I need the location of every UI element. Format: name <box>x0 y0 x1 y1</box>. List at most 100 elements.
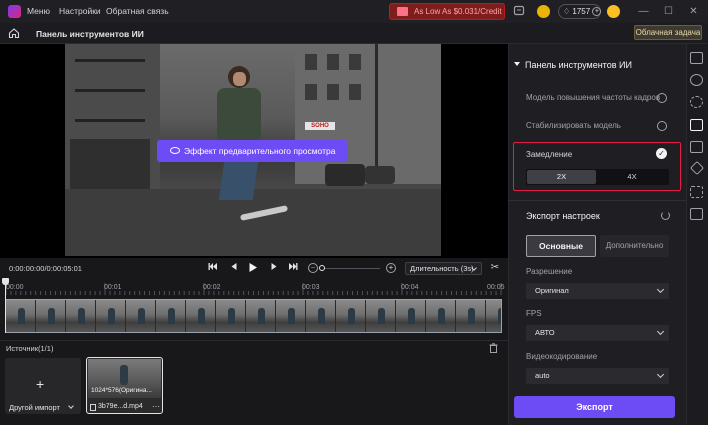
speed-2x-button[interactable]: 2X <box>527 170 596 184</box>
filmstrip-frame <box>156 300 186 332</box>
tick-label: 00:03 <box>302 284 320 291</box>
import-label-text: Другой импорт <box>9 403 60 412</box>
option-frame-interpolation-label[interactable]: Модель повышения частоты кадров <box>526 93 660 102</box>
reset-icon[interactable] <box>661 211 670 220</box>
step-forward-icon[interactable] <box>268 262 280 274</box>
import-plus-icon[interactable]: + <box>36 376 44 392</box>
chevron-down-icon[interactable] <box>68 403 74 409</box>
resolution-value: Оригинал <box>535 286 569 295</box>
tick-label: 00:00 <box>6 284 24 291</box>
codec-value: auto <box>535 371 550 380</box>
filmstrip-frame <box>96 300 126 332</box>
enhance-tool-icon[interactable] <box>690 74 703 86</box>
cloud-task-button[interactable]: Облачная задача <box>634 25 702 40</box>
settings-menu-button[interactable]: Настройки <box>59 6 101 16</box>
diamond-icon: ♢ <box>563 7 571 16</box>
preview-effect-label: Эффект предварительного просмотра <box>184 146 336 156</box>
collapse-caret-icon[interactable] <box>514 62 520 66</box>
video-file-icon <box>90 404 96 411</box>
fps-label: FPS <box>526 309 542 318</box>
tab-advanced[interactable]: Дополнительно <box>600 235 669 257</box>
filmstrip-frame <box>216 300 246 332</box>
minimize-button[interactable]: — <box>637 5 650 18</box>
filmstrip-frame <box>396 300 426 332</box>
timecode: 0:00:00:00/0:00:05:01 <box>9 264 82 273</box>
speed-4x-button[interactable]: 4X <box>596 170 668 184</box>
denoise-tool-icon[interactable] <box>690 96 703 108</box>
zoom-in-icon[interactable]: + <box>386 263 396 273</box>
page-title: Панель инструментов ИИ <box>36 29 144 39</box>
codec-select[interactable]: auto <box>526 368 669 384</box>
chevron-down-icon <box>656 285 665 294</box>
maximize-button[interactable]: ☐ <box>662 5 675 18</box>
crop-tool-icon[interactable] <box>690 186 703 198</box>
app-logo-icon <box>8 5 21 18</box>
filmstrip-frame <box>306 300 336 332</box>
filmstrip-frame <box>36 300 66 332</box>
filmstrip-frame <box>246 300 276 332</box>
option-stabilize-label[interactable]: Стабилизировать модель <box>526 121 621 130</box>
street-sign: SOHO <box>305 122 335 130</box>
slow-motion-label[interactable]: Замедление <box>526 150 572 159</box>
gift-icon <box>397 7 408 16</box>
ai-panel-header[interactable]: Панель инструментов ИИ <box>525 60 632 70</box>
step-back-icon[interactable] <box>228 262 240 274</box>
fps-value: АВТО <box>535 328 555 337</box>
filmstrip-frame <box>426 300 456 332</box>
resolution-label: Разрешение <box>526 267 573 276</box>
credits-counter[interactable]: ♢ 1757 + <box>558 4 602 19</box>
playhead-handle[interactable] <box>2 278 9 285</box>
zoom-out-icon[interactable]: − <box>308 263 318 273</box>
filmstrip-frame <box>186 300 216 332</box>
tick-label: 00:04 <box>401 284 419 291</box>
home-icon[interactable] <box>8 27 20 39</box>
zoom-slider-track[interactable] <box>320 268 380 269</box>
tab-basic[interactable]: Основные <box>526 235 596 257</box>
divider <box>508 200 686 201</box>
timeline-filmstrip[interactable] <box>5 299 502 333</box>
message-icon[interactable] <box>512 5 525 18</box>
codec-label: Видеокодирование <box>526 352 598 361</box>
image-tool-icon[interactable] <box>690 141 703 153</box>
duration-select-value: Длительность (3s) <box>410 264 474 273</box>
chevron-down-icon <box>656 370 665 379</box>
resolution-select[interactable]: Оригинал <box>526 283 669 299</box>
scissors-icon[interactable]: ✂ <box>489 262 501 274</box>
clip-more-button[interactable]: ··· <box>152 402 160 411</box>
playhead[interactable] <box>5 278 6 333</box>
filmstrip-frame <box>66 300 96 332</box>
play-icon[interactable] <box>247 262 259 274</box>
coin-icon[interactable] <box>537 5 550 18</box>
promo-text: As Low As $0.031/Credit <box>414 7 502 16</box>
option-frame-interpolation-radio[interactable] <box>657 93 667 103</box>
feedback-menu-button[interactable]: Обратная связь <box>106 6 169 16</box>
frame-tool-icon[interactable] <box>690 208 703 220</box>
clip-name: 3b79e...d.mp4 <box>98 403 143 410</box>
chevron-down-icon <box>656 327 665 336</box>
tick-label: 00:05 <box>487 284 505 291</box>
credits-value: 1757 <box>572 7 591 16</box>
plus-circle-icon[interactable]: + <box>592 7 602 17</box>
trash-icon[interactable] <box>489 343 498 353</box>
close-button[interactable]: ✕ <box>687 5 700 18</box>
export-settings-title: Экспорт настроек <box>526 211 600 221</box>
tick-label: 00:01 <box>104 284 122 291</box>
zoom-slider-handle[interactable] <box>319 265 325 271</box>
export-button[interactable]: Экспорт <box>514 396 675 418</box>
video-tool-icon[interactable] <box>690 52 703 64</box>
duration-select[interactable]: Длительность (3s) <box>405 262 482 275</box>
check-icon[interactable]: ✓ <box>656 148 667 159</box>
ai-toolbox-icon[interactable] <box>690 119 703 131</box>
promo-banner[interactable]: As Low As $0.031/Credit <box>389 3 505 20</box>
fps-select[interactable]: АВТО <box>526 325 669 341</box>
option-stabilize-radio[interactable] <box>657 121 667 131</box>
filmstrip-frame <box>126 300 156 332</box>
import-label[interactable]: Другой импорт <box>9 403 74 412</box>
menu-button[interactable]: Меню <box>27 6 50 16</box>
filmstrip-frame <box>366 300 396 332</box>
timeline-ruler[interactable] <box>0 281 508 295</box>
preview-effect-button[interactable]: Эффект предварительного просмотра <box>157 140 348 162</box>
skip-back-icon[interactable] <box>207 262 219 274</box>
avatar-icon[interactable] <box>607 5 620 18</box>
skip-forward-icon[interactable] <box>287 262 299 274</box>
